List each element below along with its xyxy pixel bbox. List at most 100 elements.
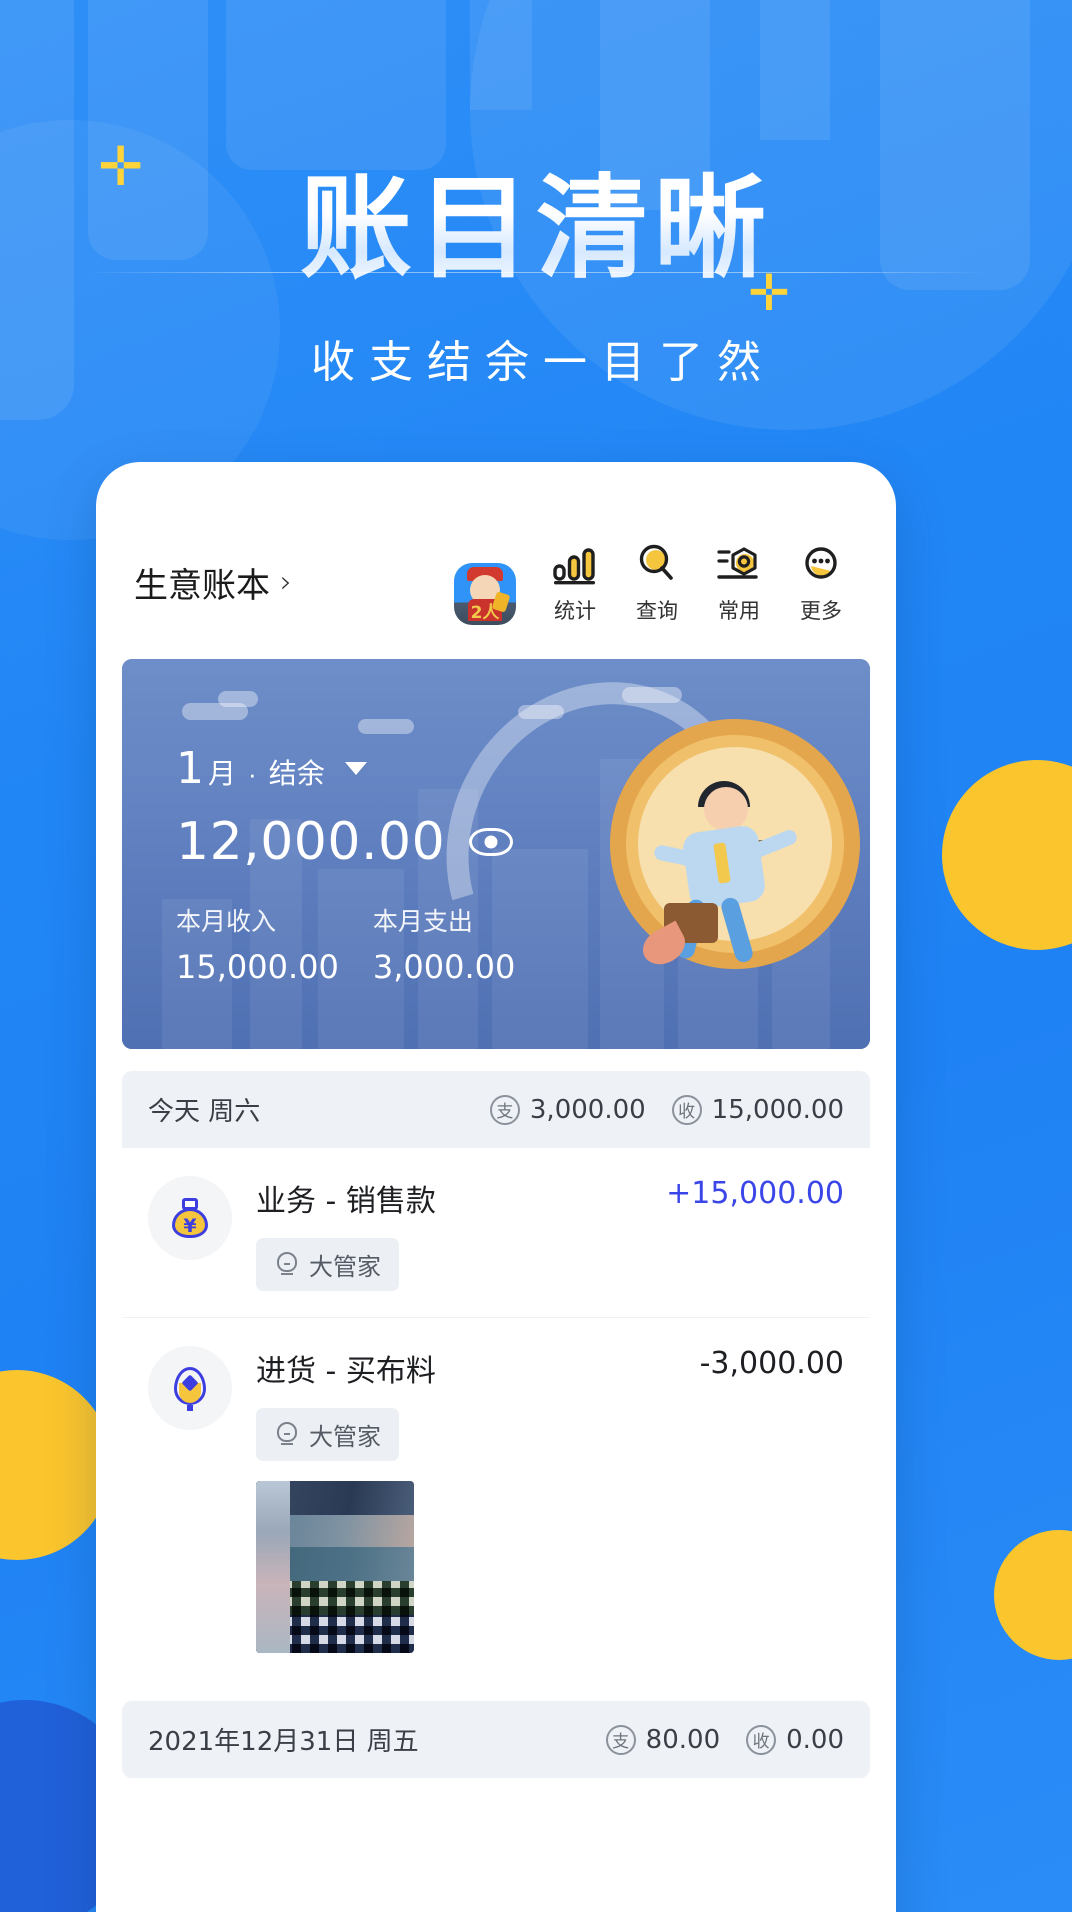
- eye-toggle-icon[interactable]: [469, 828, 514, 856]
- hero-divider: [84, 272, 988, 273]
- transaction-title: 进货 - 买布料: [256, 1354, 436, 1389]
- day-date: 2021年12月31日 周五: [148, 1727, 419, 1757]
- ledger-switcher[interactable]: 生意账本 ›: [134, 558, 292, 607]
- transaction-photo[interactable]: [256, 1481, 414, 1653]
- money-bag-icon: ¥: [148, 1176, 232, 1260]
- day-expense-sum: 支 3,000.00: [489, 1094, 646, 1125]
- transaction-amount: +15,000.00: [666, 1176, 844, 1211]
- transaction-title: 业务 - 销售款: [256, 1184, 436, 1219]
- banner-type-label: 结余: [268, 757, 325, 790]
- tag-head: [277, 1251, 297, 1272]
- fabric-side-stack: [256, 1481, 290, 1653]
- transaction-main-row: 进货 - 买布料 -3,000.00: [256, 1346, 844, 1390]
- person-leg: [719, 895, 755, 965]
- day-income-value: 0.00: [786, 1724, 844, 1755]
- yuan-symbol: ¥: [183, 1215, 197, 1237]
- banner-cloud: [358, 719, 414, 734]
- day-income-value: 15,000.00: [711, 1094, 844, 1125]
- tool-label: 查询: [636, 599, 678, 623]
- member-tag: 大管家: [256, 1408, 399, 1461]
- stat-label: 本月支出: [372, 907, 473, 936]
- banner-stats: 本月收入 15,000.00 本月支出 3,000.00: [176, 902, 515, 986]
- day-header: 2021年12月31日 周五 支 80.00 收 0.00: [122, 1701, 870, 1778]
- transaction-list: 今天 周六 支 3,000.00 收 15,000.00 ¥ 业务 - 销售款 …: [122, 1071, 870, 1778]
- member-tag: 大管家: [256, 1238, 399, 1291]
- balloon-glyph: [167, 1365, 213, 1411]
- more-dots-icon: [799, 540, 843, 586]
- day-date: 今天 周六: [148, 1097, 261, 1127]
- day-expense-sum: 支 80.00: [605, 1724, 721, 1755]
- income-badge-icon: 收: [671, 1094, 702, 1125]
- day-sums: 支 3,000.00 收 15,000.00: [489, 1094, 844, 1125]
- expense-badge-icon: 支: [489, 1094, 520, 1125]
- member-tag-label: 大管家: [309, 1253, 381, 1281]
- stat-label: 本月收入: [176, 907, 277, 936]
- member-count-badge: 2人: [470, 603, 500, 623]
- banner-month-selector[interactable]: 1 月 · 结余: [176, 743, 515, 794]
- day-income-sum: 收 0.00: [746, 1724, 844, 1755]
- phone-screenshot-card: 生意账本 › 2人 统计 查询 常用 更多 1 月 · 结余 12,000.00…: [96, 462, 896, 1912]
- tool-label: 统计: [554, 599, 596, 623]
- day-header: 今天 周六 支 3,000.00 收 15,000.00: [122, 1071, 870, 1148]
- transaction-body: 业务 - 销售款 +15,000.00 大管家: [256, 1176, 844, 1291]
- banner-cloud: [218, 691, 258, 707]
- stat-value: 15,000.00: [176, 948, 339, 986]
- tool-label: 常用: [718, 599, 760, 623]
- deco-yellow-circle: [942, 760, 1072, 950]
- transaction-main-row: 业务 - 销售款 +15,000.00: [256, 1176, 844, 1220]
- tag-mouth: [284, 1262, 290, 1265]
- person-tag-icon: [274, 1421, 300, 1448]
- tool-stats[interactable]: 统计: [534, 540, 616, 625]
- header-tools: 2人 统计 查询 常用 更多: [454, 540, 862, 625]
- day-expense-value: 80.00: [645, 1724, 721, 1755]
- person-head: [704, 787, 748, 831]
- chevron-down-icon[interactable]: [344, 762, 367, 775]
- tool-more[interactable]: 更多: [780, 540, 862, 625]
- banner-month-number: 1: [176, 743, 204, 794]
- banner-expense-stat: 本月支出 3,000.00: [373, 902, 516, 986]
- money-bag-glyph: ¥: [167, 1195, 213, 1241]
- tool-frequent[interactable]: 常用: [698, 540, 780, 625]
- hero-subtitle: 收支结余一目了然: [311, 337, 775, 388]
- day-expense-value: 3,000.00: [529, 1094, 646, 1125]
- transaction-amount: -3,000.00: [699, 1346, 844, 1381]
- balance-banner[interactable]: 1 月 · 结余 12,000.00 本月收入 15,000.00 本月支出 3…: [122, 659, 870, 1049]
- deco-yellow-circle: [994, 1530, 1072, 1660]
- day-group: 2021年12月31日 周五 支 80.00 收 0.00: [122, 1701, 870, 1778]
- tag-mouth: [284, 1432, 290, 1435]
- balloon-tag-icon: [148, 1346, 232, 1430]
- tag-base: [281, 1272, 293, 1275]
- person-tag-icon: [274, 1251, 300, 1278]
- stat-value: 3,000.00: [372, 948, 516, 986]
- banner-content: 1 月 · 结余 12,000.00 本月收入 15,000.00 本月支出 3…: [176, 743, 515, 986]
- chevron-right-icon: ›: [280, 565, 292, 600]
- search-icon: [635, 540, 679, 586]
- tag-base: [281, 1442, 293, 1445]
- transaction-row[interactable]: 进货 - 买布料 -3,000.00 大管家: [122, 1318, 870, 1679]
- app-header: 生意账本 › 2人 统计 查询 常用 更多: [96, 462, 896, 625]
- avatar[interactable]: 2人: [454, 563, 516, 625]
- expense-badge-icon: 支: [605, 1724, 636, 1755]
- page-title: 账目清晰: [0, 138, 1072, 300]
- tool-label: 更多: [800, 599, 842, 623]
- eye-pupil: [484, 835, 498, 849]
- day-income-sum: 收 15,000.00: [671, 1094, 844, 1125]
- banner-month-unit: 月: [208, 757, 237, 790]
- member-tag-label: 大管家: [309, 1423, 381, 1451]
- frequent-icon: [716, 540, 762, 586]
- transaction-row[interactable]: ¥ 业务 - 销售款 +15,000.00 大管家: [122, 1148, 870, 1318]
- banner-balance-value: 12,000.00: [176, 812, 446, 872]
- tool-search[interactable]: 查询: [616, 540, 698, 625]
- banner-separator: ·: [248, 759, 257, 789]
- banner-balance-row: 12,000.00: [176, 812, 515, 872]
- income-badge-icon: 收: [746, 1724, 777, 1755]
- day-sums: 支 80.00 收 0.00: [605, 1724, 844, 1755]
- banner-income-stat: 本月收入 15,000.00: [176, 902, 339, 986]
- hero-section: 账目清晰 收支结余一目了然: [0, 0, 1072, 390]
- tag-head: [277, 1421, 297, 1442]
- ledger-name: 生意账本: [134, 566, 270, 606]
- bar-chart-icon: [552, 540, 598, 586]
- day-group: 今天 周六 支 3,000.00 收 15,000.00 ¥ 业务 - 销售款 …: [122, 1071, 870, 1679]
- balloon-stem: [187, 1405, 193, 1411]
- transaction-body: 进货 - 买布料 -3,000.00 大管家: [256, 1346, 844, 1653]
